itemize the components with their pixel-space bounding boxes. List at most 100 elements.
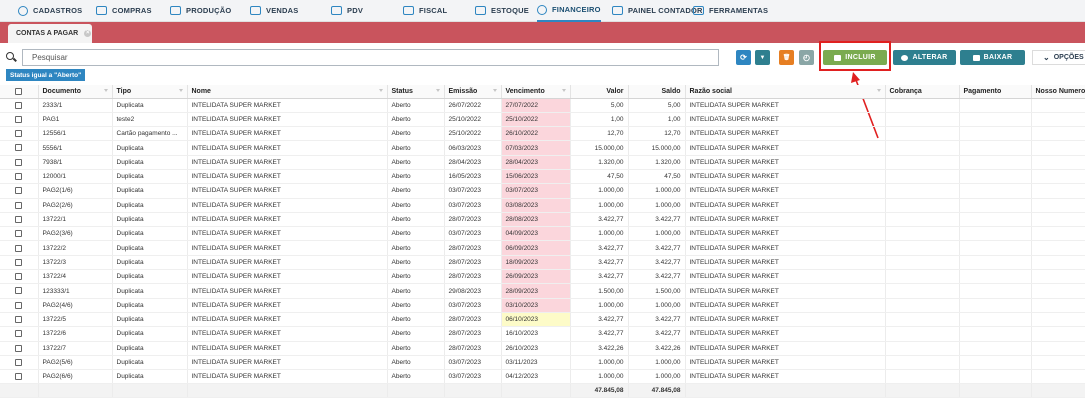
menu-item-painel-contador[interactable]: PAINEL CONTADOR [612, 0, 703, 22]
table-row[interactable]: PAG2(4/6) Duplicata INTELIDATA SUPER MARKE… [0, 298, 1085, 313]
row-select-cell[interactable] [0, 112, 39, 128]
row-select-cell[interactable] [0, 341, 39, 356]
row-select-cell[interactable] [0, 255, 39, 271]
row-checkbox[interactable] [15, 273, 23, 281]
table-row[interactable]: 13722/5 Duplicata INTELIDATA SUPER MARKET A… [0, 312, 1085, 328]
row-select-cell[interactable] [0, 169, 39, 185]
alterar-button[interactable]: ALTERAR [893, 50, 956, 65]
table-row[interactable]: 13722/4 Duplicata INTELIDATA SUPER MARKET A… [0, 269, 1085, 285]
table-row[interactable]: 123333/1 Duplicata INTELIDATA SUPER MARKET… [0, 283, 1085, 299]
menu-item-estoque[interactable]: ESTOQUE [475, 0, 529, 22]
column-header-nosso-numero[interactable]: Nosso Numero [1031, 85, 1085, 99]
row-checkbox[interactable] [15, 373, 23, 381]
search-input[interactable] [22, 49, 719, 66]
table-row[interactable]: PAG2(2/6) Duplicata INTELIDATA SUPER MARKE… [0, 198, 1085, 213]
menu-item-ferramentas[interactable]: FERRAMENTAS [693, 0, 768, 22]
column-header-pagamento[interactable]: Pagamento [959, 85, 1032, 99]
column-filter-icon[interactable] [378, 89, 383, 92]
row-select-cell[interactable] [0, 269, 39, 285]
row-select-cell[interactable] [0, 155, 39, 170]
column-header-raz-o-social[interactable]: Razão social [685, 85, 886, 99]
column-header-emiss-o[interactable]: Emissão [444, 85, 502, 99]
menu-item-fiscal[interactable]: FISCAL [403, 0, 447, 22]
table-row[interactable]: 13722/2 Duplicata INTELIDATA SUPER MARKET A… [0, 240, 1085, 256]
row-select-cell[interactable] [0, 98, 39, 113]
column-header-status[interactable]: Status [387, 85, 445, 99]
table-row[interactable]: PAG2(5/6) Duplicata INTELIDATA SUPER MARKE… [0, 355, 1085, 371]
column-header-valor[interactable]: Valor [570, 85, 629, 99]
column-filter-icon[interactable] [103, 89, 108, 92]
row-select-cell[interactable] [0, 298, 39, 313]
row-checkbox[interactable] [15, 330, 23, 338]
table-row[interactable]: 12000/1 Duplicata INTELIDATA SUPER MARKET A… [0, 169, 1085, 185]
table-row[interactable]: 13722/6 Duplicata INTELIDATA SUPER MARKET A… [0, 326, 1085, 342]
row-checkbox[interactable] [15, 301, 23, 309]
column-filter-icon[interactable] [876, 89, 881, 92]
table-row[interactable]: PAG2(6/6) Duplicata INTELIDATA SUPER MARKE… [0, 369, 1085, 385]
table-row[interactable]: 7938/1 Duplicata INTELIDATA SUPER MARKET Ab… [0, 155, 1085, 170]
row-checkbox[interactable] [15, 201, 23, 209]
refresh-button[interactable]: ⟳ [736, 50, 751, 65]
table-row[interactable]: 12556/1 Cartão pagamento ... INTELIDATA SU… [0, 126, 1085, 142]
row-select-cell[interactable] [0, 198, 39, 213]
select-all-checkbox[interactable] [15, 87, 23, 95]
table-row[interactable]: 13722/1 Duplicata INTELIDATA SUPER MARKET A… [0, 212, 1085, 228]
column-filter-icon[interactable] [178, 89, 183, 92]
row-select-cell[interactable] [0, 226, 39, 242]
close-icon[interactable]: × [84, 30, 92, 37]
table-row[interactable]: PAG1 teste2 INTELIDATA SUPER MARKET Aberto 2… [0, 112, 1085, 128]
status-filter-chip[interactable]: Status igual a "Aberto" [6, 69, 86, 81]
row-checkbox[interactable] [15, 115, 23, 123]
row-checkbox[interactable] [15, 315, 23, 323]
row-checkbox[interactable] [15, 230, 23, 238]
menu-item-produ-o[interactable]: PRODUÇÃO [170, 0, 231, 22]
column-header-tipo[interactable]: Tipo [112, 85, 188, 99]
table-row[interactable]: 5556/1 Duplicata INTELIDATA SUPER MARKET Ab… [0, 140, 1085, 156]
table-row[interactable]: 13722/7 Duplicata INTELIDATA SUPER MARKET A… [0, 341, 1085, 356]
row-checkbox[interactable] [15, 158, 23, 166]
column-header-documento[interactable]: Documento [38, 85, 113, 99]
delete-button[interactable]: 🗑 [779, 50, 794, 65]
filter-button[interactable]: ▼ [755, 50, 770, 65]
row-select-cell[interactable] [0, 283, 39, 299]
row-select-cell[interactable] [0, 126, 39, 142]
menu-item-financeiro[interactable]: FINANCEIRO [537, 0, 601, 22]
column-header-cobran-a[interactable]: Cobrança [885, 85, 960, 99]
column-filter-icon[interactable] [435, 89, 440, 92]
row-select-cell[interactable] [0, 140, 39, 156]
menu-item-vendas[interactable]: VENDAS [250, 0, 298, 22]
column-filter-icon[interactable] [561, 89, 566, 92]
row-select-cell[interactable] [0, 326, 39, 342]
menu-item-compras[interactable]: COMPRAS [96, 0, 152, 22]
baixar-button[interactable]: BAIXAR [960, 50, 1025, 65]
table-row[interactable]: PAG2(1/6) Duplicata INTELIDATA SUPER MARKE… [0, 183, 1085, 199]
column-filter-icon[interactable] [492, 89, 497, 92]
row-checkbox[interactable] [15, 144, 23, 152]
row-checkbox[interactable] [15, 358, 23, 366]
row-checkbox[interactable] [15, 215, 23, 223]
row-checkbox[interactable] [15, 173, 23, 181]
table-row[interactable]: 2333/1 Duplicata INTELIDATA SUPER MARKET Ab… [0, 98, 1085, 113]
menu-item-pdv[interactable]: PDV [331, 0, 363, 22]
row-select-cell[interactable] [0, 355, 39, 371]
opcoes-dropdown[interactable]: ⌄ OPÇÕES [1032, 50, 1085, 65]
row-select-cell[interactable] [0, 183, 39, 199]
row-select-cell[interactable] [0, 212, 39, 228]
row-checkbox[interactable] [15, 130, 23, 138]
row-checkbox[interactable] [15, 258, 23, 266]
row-checkbox[interactable] [15, 344, 23, 352]
column-header-vencimento[interactable]: Vencimento [501, 85, 571, 99]
select-all-header[interactable] [0, 85, 39, 99]
table-row[interactable]: 13722/3 Duplicata INTELIDATA SUPER MARKET A… [0, 255, 1085, 271]
column-header-saldo[interactable]: Saldo [628, 85, 686, 99]
tab-contas-a-pagar[interactable]: CONTAS A PAGAR × [8, 24, 92, 43]
row-select-cell[interactable] [0, 240, 39, 256]
row-checkbox[interactable] [15, 101, 23, 109]
row-select-cell[interactable] [0, 369, 39, 385]
history-button[interactable]: ◴ [799, 50, 814, 65]
menu-item-cadastros[interactable]: CADASTROS [18, 0, 82, 22]
row-checkbox[interactable] [15, 187, 23, 195]
row-checkbox[interactable] [15, 244, 23, 252]
row-checkbox[interactable] [15, 287, 23, 295]
row-select-cell[interactable] [0, 312, 39, 328]
